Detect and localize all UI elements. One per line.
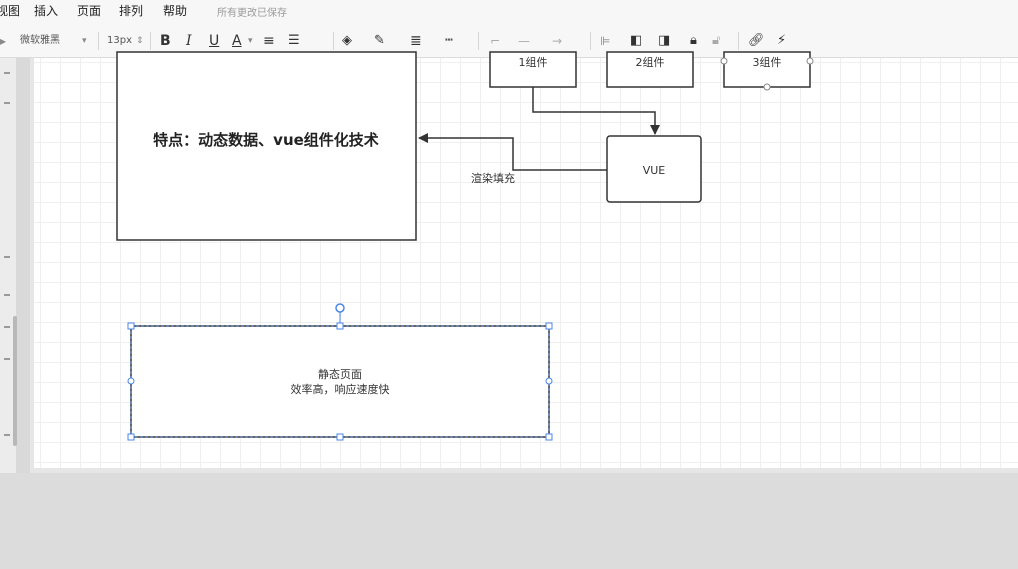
resize-handle[interactable] <box>336 322 344 330</box>
static-page-box[interactable] <box>130 325 550 438</box>
resize-handle[interactable] <box>336 433 344 441</box>
connector-component-to-vue[interactable] <box>532 87 660 135</box>
resize-handle[interactable] <box>127 377 135 385</box>
diagram-canvas: 特点：动态数据、vue组件化技术 1组件 2组件 3组件 VUE 渲染填充 静态… <box>116 51 814 441</box>
component-1-label: 1组件 <box>519 55 548 69</box>
edge-label: 渲染填充 <box>471 171 515 185</box>
component-2-label: 2组件 <box>636 55 665 69</box>
vue-label: VUE <box>643 164 666 177</box>
main-box-label: 特点：动态数据、vue组件化技术 <box>153 131 379 149</box>
connection-point[interactable] <box>720 57 728 65</box>
resize-handle[interactable] <box>545 377 553 385</box>
resize-handle[interactable] <box>127 433 135 441</box>
connector-vue-to-main[interactable] <box>418 133 607 171</box>
connection-point[interactable] <box>806 57 814 65</box>
resize-handle[interactable] <box>545 322 553 330</box>
resize-handle[interactable] <box>545 433 553 441</box>
component-3-label: 3组件 <box>753 55 782 69</box>
static-page-subtitle: 效率高，响应速度快 <box>291 382 390 396</box>
connection-point[interactable] <box>763 83 771 91</box>
resize-handle[interactable] <box>127 322 135 330</box>
rotate-handle[interactable] <box>335 303 345 313</box>
static-page-title: 静态页面 <box>318 367 362 381</box>
